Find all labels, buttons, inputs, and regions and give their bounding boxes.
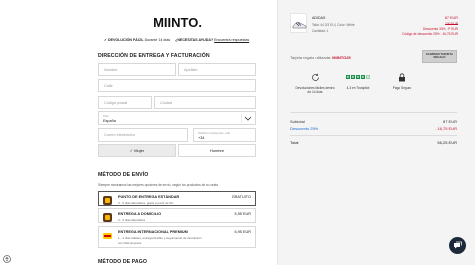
trustpilot-stars-icon: ★ ★ ★ ★ ★ <box>345 74 371 80</box>
email-field[interactable]: Correo electrónico <box>98 128 188 142</box>
shipping-note: Siempre mostramos las mejores opciones d… <box>98 183 218 187</box>
address-section-title: DIRECCIÓN DE ENTREGA Y FACTURACIÓN <box>98 53 210 59</box>
subtotal-row: Subtotal 87 EUR <box>290 119 457 124</box>
first-name-placeholder: Nombre <box>104 68 118 72</box>
discount-label: Descuento 25% <box>290 126 319 131</box>
chevron-down-icon <box>241 114 252 123</box>
country-select[interactable]: País España <box>98 111 256 125</box>
subtotal-value: 87 EUR <box>442 119 457 124</box>
shipping-option-price: 5,95 EUR <box>234 212 251 216</box>
usp-returns-text: Devoluciones fáciles dentro de 14 días <box>295 86 335 94</box>
shipping-option-desc: 1 - 4 días hábiles, entrega flexible y s… <box>118 236 202 240</box>
product-old-price: 130 EUR <box>445 22 458 26</box>
ups-icon <box>103 213 112 222</box>
shipping-option-title: PUNTO DE ENTREGA ESTÁNDAR <box>118 195 180 199</box>
total-row: Total 56,25 EUR <box>290 140 457 145</box>
country-value: España <box>103 118 116 123</box>
shipping-section-title: MÉTODO DE ENVÍO <box>98 172 149 178</box>
product-details: Talla: 44 2/3 EU | Color: White <box>312 23 355 27</box>
shipping-option-price: 6,95 EUR <box>234 230 251 234</box>
shipping-option-desc-2: con DHL Express <box>118 241 142 245</box>
product-price: 87 EUR <box>444 16 458 20</box>
usp-returns: Devoluciones fáciles dentro de 14 días <box>295 72 335 94</box>
payment-section-title: MÉTODO DE PAGO <box>98 259 148 265</box>
product-discount-code: Código de descuento 25% - 16,75 EUR <box>402 32 458 36</box>
last-name-placeholder: Apellido <box>184 68 198 72</box>
accessibility-icon[interactable] <box>3 255 11 263</box>
city-placeholder: Ciudad <box>160 101 173 105</box>
shipping-option-desc: 3 - 5 días laborables, gratis a partir d… <box>118 201 176 205</box>
shipping-option-title: ENTREGA A DOMICILIO <box>118 212 162 216</box>
phone-label: Teléfono (incluyendo +34) <box>198 130 231 135</box>
dhl-icon <box>103 233 112 239</box>
product-name: ADIDAS <box>312 16 326 20</box>
phone-value: +34 <box>198 135 205 140</box>
help-text: ¿NECESITAS AYUDA? <box>175 38 214 42</box>
sneaker-icon <box>292 21 307 29</box>
help-link[interactable]: Encuentra respuestas <box>214 38 249 42</box>
shipping-option-desc: 3 - 5 días laborables <box>118 218 146 222</box>
refresh-icon <box>311 73 319 81</box>
street-placeholder: Calle <box>104 84 113 88</box>
shipping-option-price: GRATUITO <box>231 195 251 199</box>
shipping-option-pickup[interactable]: PUNTO DE ENTREGA ESTÁNDAR 3 - 5 días lab… <box>98 191 256 206</box>
total-value: 56,25 EUR <box>437 140 457 145</box>
city-field[interactable]: Ciudad <box>154 96 256 109</box>
shipping-option-home[interactable]: ENTREGA A DOMICILIO 3 - 5 días laborable… <box>98 208 256 223</box>
postal-code-placeholder: Código postal <box>104 101 128 105</box>
usp-secure-payment-text: Pago Seguro <box>392 86 412 90</box>
gender-female-button[interactable]: ✓ Mujer <box>98 144 176 157</box>
phone-field[interactable]: Teléfono (incluyendo +34) +34 <box>193 128 256 142</box>
summary-divider <box>290 135 457 136</box>
gift-card-code: MIINTO25 <box>332 55 351 60</box>
product-discount: Descuento 33% - P EUR <box>422 27 458 31</box>
product-quantity: Cantidad: 1 <box>312 29 329 33</box>
lock-icon <box>399 72 405 81</box>
subtotal-label: Subtotal <box>290 119 305 124</box>
shipping-option-premium[interactable]: ENTREGA INTERNACIONAL PREMIUM 1 - 4 días… <box>98 226 256 248</box>
shipping-option-title: ENTREGA INTERNACIONAL PREMIUM <box>118 230 188 234</box>
first-name-field[interactable]: Nombre <box>98 63 176 76</box>
gift-card-label-text: Tarjeta regalo utilizada: <box>290 55 332 60</box>
chat-icon <box>454 241 462 249</box>
total-label: Total <box>290 140 299 145</box>
email-placeholder: Correo electrónico <box>104 133 136 137</box>
last-name-field[interactable]: Apellido <box>178 63 256 76</box>
easy-return-text: ✓ DEVOLUCIÓN FÁCIL <box>104 38 144 42</box>
return-period-text: Durante 14 días <box>144 38 171 42</box>
street-field[interactable]: Calle <box>98 79 256 92</box>
usp-secure-payment: Pago Seguro <box>382 72 422 90</box>
remove-gift-card-button[interactable]: ELIMINAR TARJETA REGALO <box>422 50 457 63</box>
ups-icon <box>103 196 112 205</box>
gift-card-label: Tarjeta regalo utilizada: MIINTO25 <box>290 55 351 60</box>
discount-value: - 16,75 EUR <box>434 126 457 131</box>
service-notice: ✓ DEVOLUCIÓN FÁCIL Durante 14 días ¿NECE… <box>104 38 249 42</box>
order-summary-panel <box>277 0 475 265</box>
product-thumbnail <box>290 13 307 33</box>
discount-row: Descuento 25% - 16,75 EUR <box>290 126 457 131</box>
gender-male-button[interactable]: Hombre <box>178 144 256 157</box>
country-label: País <box>103 113 109 118</box>
chat-button[interactable] <box>449 237 466 254</box>
summary-divider <box>290 112 457 113</box>
usp-trustpilot-text: 4,3 en Trustpilot <box>346 86 370 90</box>
usp-trustpilot: ★ ★ ★ ★ ★ 4,3 en Trustpilot <box>338 72 378 90</box>
postal-code-field[interactable]: Código postal <box>98 96 152 109</box>
